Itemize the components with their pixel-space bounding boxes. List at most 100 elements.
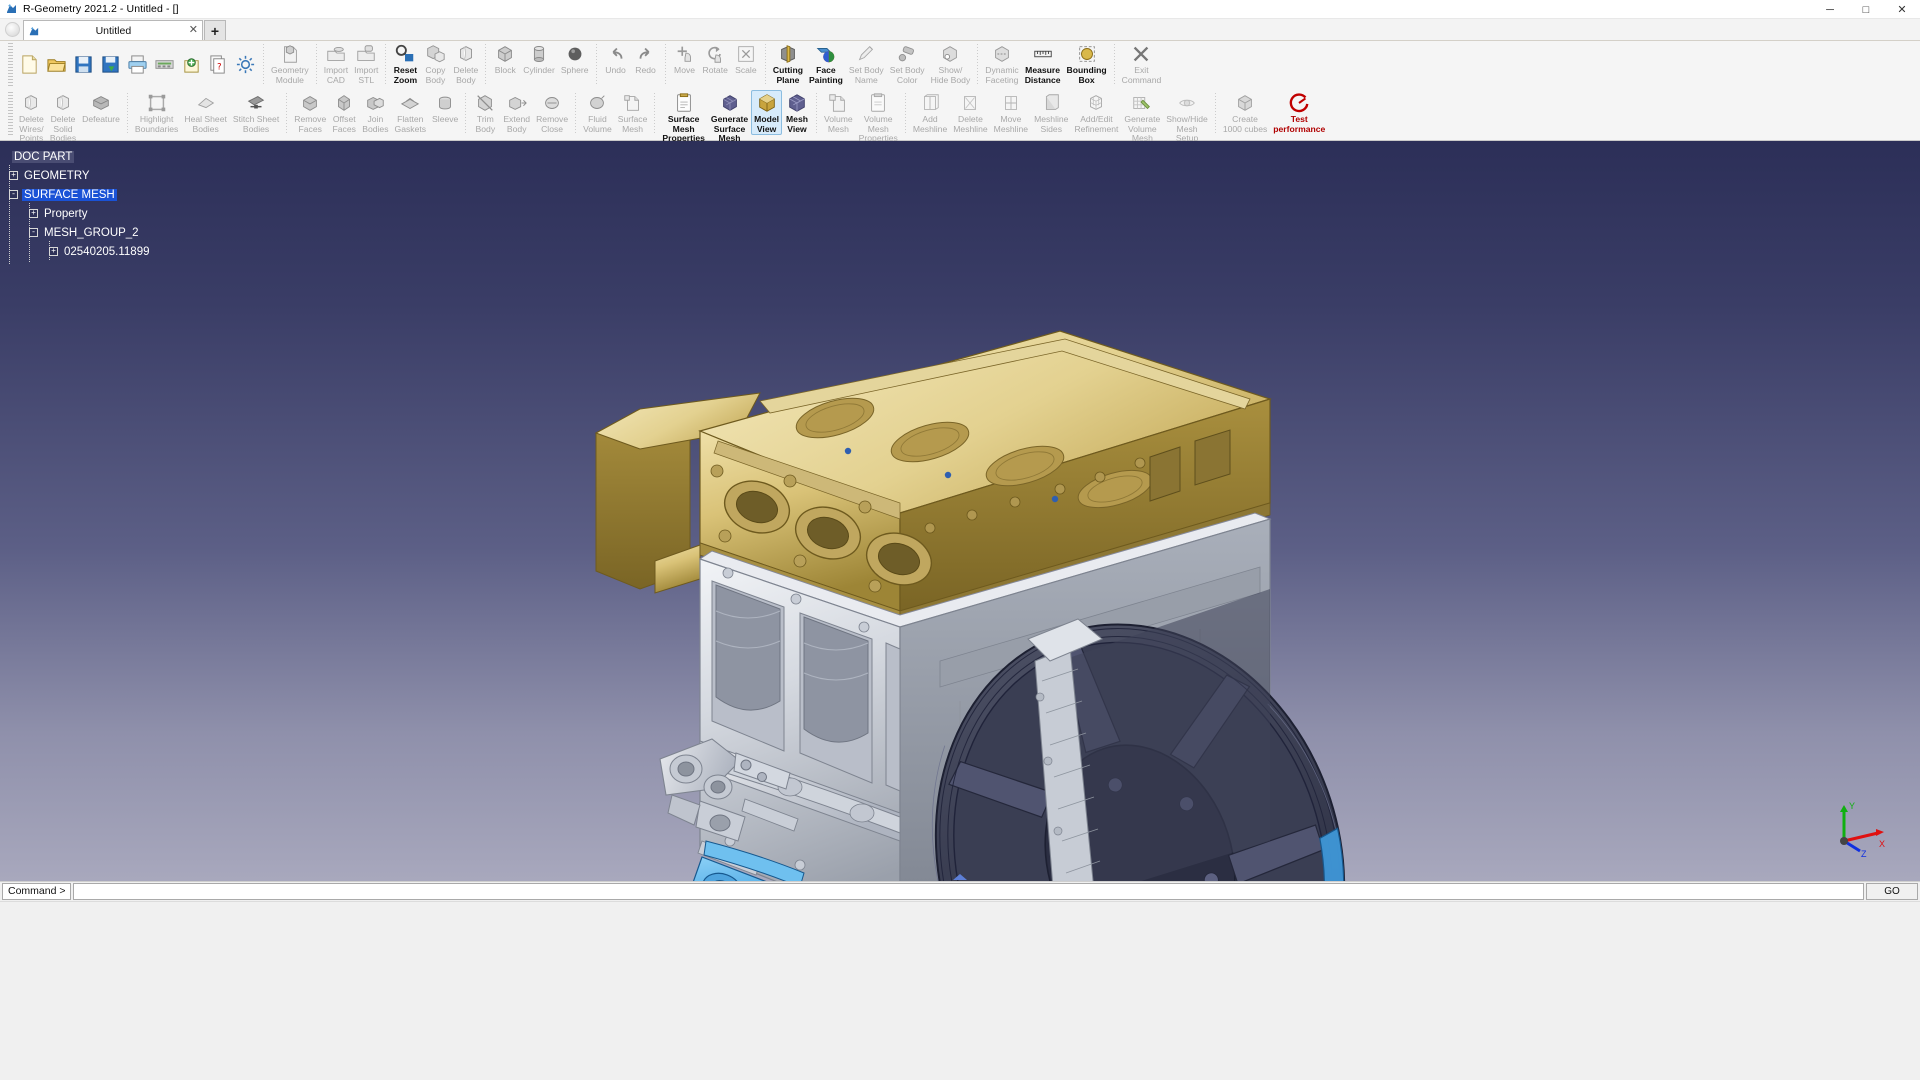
highlight-boundaries-button[interactable]: Highlight Boundaries [132,90,181,134]
dynamic-faceting-button[interactable]: Dynamic Faceting [982,41,1021,85]
print-button[interactable] [124,52,151,77]
heal-sheet-bodies-button[interactable]: Heal Sheet Bodies [181,90,230,134]
expand-toggle-icon[interactable]: + [49,247,58,256]
toolbar-grip[interactable] [8,43,13,87]
test-performance-button[interactable]: Test performance [1270,90,1328,134]
move-button[interactable]: Move [670,41,700,76]
delete-solid-bodies-button[interactable]: Delete Solid Bodies [47,90,79,144]
measure-distance-button[interactable]: Measure Distance [1022,41,1064,85]
remove-faces-button[interactable]: Remove Faces [291,90,329,134]
face-painting-button[interactable]: Face Painting [806,41,846,85]
tree-node-surface-mesh[interactable]: - SURFACE MESH [4,185,260,204]
surface-mesh-properties-icon [673,92,695,114]
model-view-button[interactable]: Model View [751,90,782,136]
copy-body-button[interactable]: Copy Body [420,41,450,85]
meshline-sides-button[interactable]: Meshline Sides [1031,90,1071,134]
stitch-sheet-bodies-button[interactable]: Stitch Sheet Bodies [230,90,282,134]
expand-toggle-icon[interactable]: + [9,171,18,180]
defeature-button[interactable]: Defeature [79,90,123,125]
surface-mesh-button[interactable]: Surface Mesh [615,90,651,134]
block-button[interactable]: Block [490,41,520,76]
reset-zoom-button[interactable]: Reset Zoom [390,41,420,85]
delete-body-button[interactable]: Delete Body [450,41,481,85]
status-bar [0,901,1920,919]
import-stl-button[interactable]: Import STL [351,41,381,85]
generate-volume-mesh-button[interactable]: Generate Volume Mesh [1121,90,1163,144]
command-go-button[interactable]: GO [1866,883,1918,900]
app-icon [5,3,18,16]
block-label: Block [494,65,516,75]
join-bodies-button[interactable]: Join Bodies [359,90,391,134]
close-icon[interactable]: ✕ [189,25,198,36]
cutting-plane-button[interactable]: Cutting Plane [770,41,806,85]
mesh-view-button[interactable]: Mesh View [782,90,812,134]
remove-close-button[interactable]: Remove Close [533,90,571,134]
delete-wires-points-button[interactable]: Delete Wires/ Points [16,90,47,144]
geometry-module-button[interactable]: Geometry Module [268,41,312,85]
expand-toggle-icon[interactable]: + [29,209,38,218]
trim-body-icon [474,92,496,114]
model-tree: DOC PART + GEOMETRY - SURFACE MESH + Pro… [0,141,260,265]
import-cad-button[interactable]: Import CAD [321,41,351,85]
tree-node-geometry[interactable]: + GEOMETRY [4,166,260,185]
cylinder-button[interactable]: Cylinder [520,41,558,76]
sleeve-button[interactable]: Sleeve [429,90,461,125]
extend-body-button[interactable]: Extend Body [500,90,533,134]
scale-button[interactable]: Scale [731,41,761,76]
collapse-toggle-icon[interactable]: - [9,190,18,199]
tree-node-mesh-group-2[interactable]: - MESH_GROUP_2 [4,223,260,242]
printer-icon [127,54,148,75]
toolbar-grip[interactable] [8,92,13,136]
viewport-3d[interactable]: DOC PART + GEOMETRY - SURFACE MESH + Pro… [0,141,1920,881]
exit-command-button[interactable]: Exit Command [1119,41,1165,85]
close-button[interactable]: ✕ [1884,0,1920,19]
generate-surface-mesh-button[interactable]: Generate Surface Mesh [708,90,751,144]
tree-node-property[interactable]: + Property [4,204,260,223]
toolbar-separator [286,93,288,133]
add-meshline-button[interactable]: Add Meshline [910,90,950,134]
offset-faces-button[interactable]: Offset Faces [329,90,359,134]
maximize-button[interactable]: □ [1848,0,1884,19]
delete-meshline-label: Delete Meshline [953,114,988,134]
calculator-button[interactable] [151,52,178,77]
document-tab-untitled[interactable]: Untitled ✕ [23,20,203,40]
delete-meshline-button[interactable]: Delete Meshline [950,90,990,134]
report-button[interactable]: ? [205,52,232,77]
undo-button[interactable]: Undo [601,41,631,76]
viewport-expand-arrow[interactable] [953,874,967,880]
fluid-volume-button[interactable]: Fluid Volume [580,90,615,134]
surface-mesh-properties-button[interactable]: Surface Mesh Properties [659,90,708,144]
trim-body-button[interactable]: Trim Body [470,90,500,134]
extend-body-label: Extend Body [503,114,531,134]
save-as-button[interactable] [97,52,124,77]
extend-body-icon [506,92,528,114]
minimize-button[interactable]: ─ [1812,0,1848,19]
new-file-button[interactable] [16,52,43,77]
settings-button[interactable] [232,52,259,77]
set-body-color-button[interactable]: Set Body Color [887,41,928,85]
volume-mesh-button[interactable]: Volume Mesh [821,90,856,134]
collapse-toggle-icon[interactable]: - [29,228,38,237]
volume-mesh-properties-button[interactable]: Volume Mesh Properties [856,90,901,144]
open-file-button[interactable] [43,52,70,77]
rotate-button[interactable]: Rotate [700,41,731,76]
mesh-view-icon [786,92,808,114]
command-input[interactable] [73,883,1864,900]
bounding-box-button[interactable]: Bounding Box [1064,41,1110,85]
save-file-button[interactable] [70,52,97,77]
show-hide-mesh-setup-button[interactable]: Show/Hide Mesh Setup [1163,90,1211,144]
export-button[interactable] [178,52,205,77]
sphere-button[interactable]: Sphere [558,41,592,76]
system-menu-icon[interactable] [5,22,20,37]
face-painting-label: Face Painting [808,65,843,85]
new-tab-button[interactable]: + [204,20,226,40]
tree-node-doc-part[interactable]: DOC PART [4,147,260,166]
flatten-gaskets-button[interactable]: Flatten Gaskets [392,90,430,134]
set-body-name-button[interactable]: Set Body Name [846,41,887,85]
redo-button[interactable]: Redo [631,41,661,76]
create-1000-cubes-button[interactable]: Create 1000 cubes [1220,90,1270,134]
tree-node-mesh-part[interactable]: + 02540205.11899 [4,242,260,261]
add-edit-refinement-button[interactable]: Add/Edit Refinement [1071,90,1121,134]
show-hide-body-button[interactable]: Show/ Hide Body [928,41,974,85]
move-meshline-button[interactable]: Move Meshline [991,90,1031,134]
